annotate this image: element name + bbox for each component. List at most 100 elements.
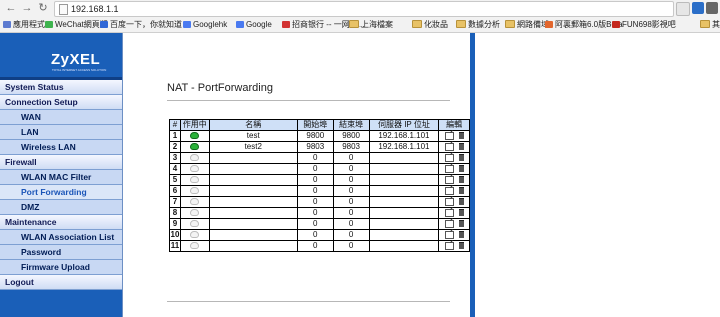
bookmark-label: 其他 xyxy=(712,20,720,29)
edit-cell xyxy=(438,152,470,164)
sidebar-item-port-forwarding[interactable]: Port Forwarding xyxy=(0,185,122,200)
table-row: 5 00 xyxy=(169,174,470,186)
bookmark-label: 數據分析 xyxy=(468,20,500,29)
delete-icon[interactable] xyxy=(458,132,464,140)
bookmark-item[interactable]: 化妝品 xyxy=(412,17,448,32)
row-index: 10 xyxy=(169,229,181,241)
sidebar-item-wan[interactable]: WAN xyxy=(0,110,122,125)
sidebar-item-wlan-mac-filter[interactable]: WLAN MAC Filter xyxy=(0,170,122,185)
end-port: 0 xyxy=(332,207,370,219)
edit-icon[interactable] xyxy=(444,230,454,239)
col-header-edit: 編輯 xyxy=(438,119,470,131)
bookmark-item[interactable]: 數據分析 xyxy=(456,17,500,32)
sidebar-item-wireless-lan[interactable]: Wireless LAN xyxy=(0,140,122,155)
edit-icon[interactable] xyxy=(444,131,454,140)
server-ip: 192.168.1.101 xyxy=(368,130,440,142)
table-row: 4 00 xyxy=(169,163,470,175)
sidebar-item-password[interactable]: Password xyxy=(0,245,122,260)
edit-icon[interactable] xyxy=(444,208,454,217)
active-off-icon xyxy=(190,176,200,184)
rule-name xyxy=(208,196,298,208)
start-port: 0 xyxy=(296,207,334,219)
rule-name xyxy=(208,152,298,164)
delete-icon[interactable] xyxy=(458,220,464,228)
folder-icon xyxy=(412,20,422,28)
delete-icon[interactable] xyxy=(458,187,464,195)
extension-icon[interactable] xyxy=(692,2,704,14)
edit-icon[interactable] xyxy=(444,186,454,195)
active-off-icon xyxy=(190,165,200,173)
edit-icon[interactable] xyxy=(444,142,454,151)
edit-icon[interactable] xyxy=(444,241,454,250)
bookmark-item[interactable]: 其他 xyxy=(700,17,720,32)
sidebar-item-connection-setup[interactable]: Connection Setup xyxy=(0,95,122,110)
delete-icon[interactable] xyxy=(458,176,464,184)
sidebar-item-maintenance[interactable]: Maintenance xyxy=(0,215,122,230)
edit-icon[interactable] xyxy=(444,197,454,206)
main-content: NAT - PortForwarding # 作用中 名稱 開始埠 結束埠 伺服… xyxy=(123,33,470,317)
forward-icon[interactable]: → xyxy=(20,1,34,15)
logo-area: ZyXEL TOTAL INTERNET ACCESS SOLUTION xyxy=(0,33,122,80)
bookmark-item[interactable]: FUN698影視吧 xyxy=(612,17,676,32)
delete-icon[interactable] xyxy=(458,143,464,151)
sidebar-item-wlan-association-list[interactable]: WLAN Association List xyxy=(0,230,122,245)
table-header-row: # 作用中 名稱 開始埠 結束埠 伺服器 IP 位址 編輯 xyxy=(169,119,470,131)
bookmark-item[interactable]: 應用程式 xyxy=(3,17,45,32)
sidebar-item-logout[interactable]: Logout xyxy=(0,275,122,290)
bookmark-item[interactable]: Google xyxy=(236,17,272,32)
back-icon[interactable]: ← xyxy=(4,1,18,15)
start-port: 0 xyxy=(296,163,334,175)
start-port: 0 xyxy=(296,229,334,241)
edit-icon[interactable] xyxy=(444,164,454,173)
col-header-active: 作用中 xyxy=(179,119,210,131)
end-port: 0 xyxy=(332,152,370,164)
delete-icon[interactable] xyxy=(458,231,464,239)
delete-icon[interactable] xyxy=(458,242,464,250)
start-port: 0 xyxy=(296,196,334,208)
active-off-icon xyxy=(190,154,200,162)
edit-icon[interactable] xyxy=(444,219,454,228)
bookmark-item[interactable]: WeChat網頁版 xyxy=(45,17,108,32)
sidebar-item-lan[interactable]: LAN xyxy=(0,125,122,140)
bookmark-label: Googlehk xyxy=(193,20,228,29)
menu-icon[interactable] xyxy=(706,2,718,14)
edit-cell xyxy=(438,130,470,142)
bookmark-item[interactable]: 百度一下，你就知道 xyxy=(100,17,182,32)
bookmark-item[interactable]: 網路備域 xyxy=(505,17,549,32)
delete-icon[interactable] xyxy=(458,209,464,217)
delete-icon[interactable] xyxy=(458,154,464,162)
bookmark-label: FUN698影視吧 xyxy=(622,20,676,29)
reload-icon[interactable]: ↻ xyxy=(36,1,50,15)
table-row: 11 0 0 xyxy=(169,240,470,252)
row-index: 1 xyxy=(169,130,181,142)
delete-icon[interactable] xyxy=(458,198,464,206)
active-on-icon xyxy=(190,143,200,151)
edit-cell xyxy=(438,240,470,252)
edit-cell xyxy=(438,207,470,219)
active-cell xyxy=(179,163,210,175)
bookmark-item[interactable]: Googlehk xyxy=(183,17,227,32)
row-index: 6 xyxy=(169,185,181,197)
server-ip xyxy=(368,174,440,186)
site-icon xyxy=(236,21,244,28)
bookmark-item[interactable]: 上海檔案 xyxy=(349,17,393,32)
edit-icon[interactable] xyxy=(444,153,454,162)
sidebar-item-system-status[interactable]: System Status xyxy=(0,80,122,95)
col-header-index: # xyxy=(169,119,181,131)
right-border xyxy=(470,33,475,317)
server-ip xyxy=(368,185,440,197)
edit-icon[interactable] xyxy=(444,175,454,184)
address-bar[interactable]: 192.168.1.1 xyxy=(54,1,674,17)
active-off-icon xyxy=(190,198,200,206)
sidebar-item-firewall[interactable]: Firewall xyxy=(0,155,122,170)
delete-icon[interactable] xyxy=(458,165,464,173)
sidebar-item-firmware-upload[interactable]: Firmware Upload xyxy=(0,260,122,275)
end-port: 9800 xyxy=(332,130,370,142)
server-ip xyxy=(368,163,440,175)
sidebar-item-dmz[interactable]: DMZ xyxy=(0,200,122,215)
page-title: NAT - PortForwarding xyxy=(167,82,273,94)
server-ip xyxy=(368,229,440,241)
bookmark-item[interactable]: 阿裏郵箱6.0版Beta xyxy=(545,17,623,32)
star-icon[interactable] xyxy=(676,2,690,16)
active-off-icon xyxy=(190,187,200,195)
